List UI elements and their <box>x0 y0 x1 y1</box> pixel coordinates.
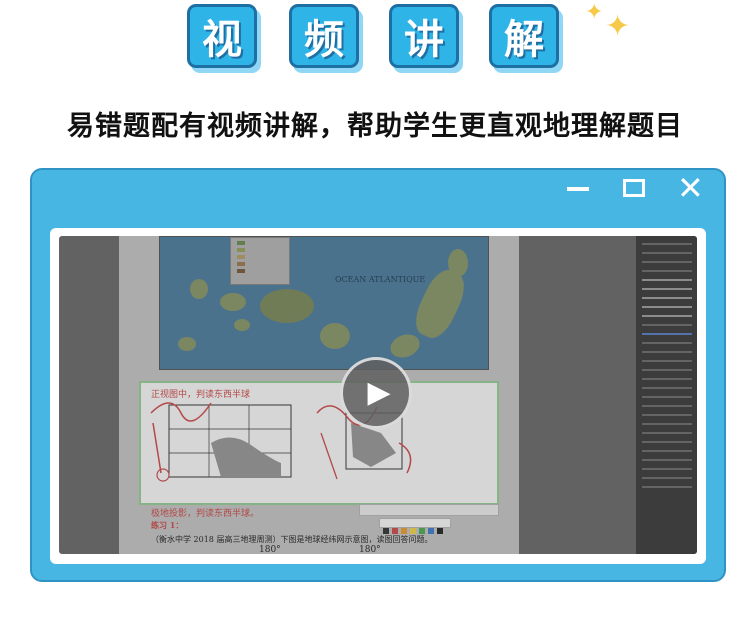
video-frame: OCEAN ATLANTIQUE 正视图中，判读东西半球 极地投影，判读东西半球… <box>59 236 697 554</box>
maximize-icon[interactable] <box>623 179 645 197</box>
minimize-icon[interactable] <box>567 187 589 191</box>
video-window: ✕ OCEAN ATLANTIQUE 正视图中，判读东西半球 极地投影，判读东西… <box>30 168 726 582</box>
play-button[interactable]: ▶ <box>340 357 412 429</box>
sparkle-icon: ✦ <box>585 0 604 25</box>
close-icon[interactable]: ✕ <box>677 172 704 204</box>
title-char-2: 频 <box>289 4 359 68</box>
play-icon: ▶ <box>367 375 391 410</box>
video-player[interactable]: OCEAN ATLANTIQUE 正视图中，判读东西半球 极地投影，判读东西半球… <box>50 228 706 564</box>
sparkle-icon: ✦ <box>605 9 631 44</box>
subtitle: 易错题配有视频讲解，帮助学生更直观地理解题目 <box>67 111 683 142</box>
title-char-1: 视 <box>187 4 257 68</box>
title-row: 视 频 讲 解 ✦ ✦ <box>0 2 750 74</box>
title-char-3: 讲 <box>389 4 459 68</box>
title-char-4: 解 <box>489 4 559 68</box>
